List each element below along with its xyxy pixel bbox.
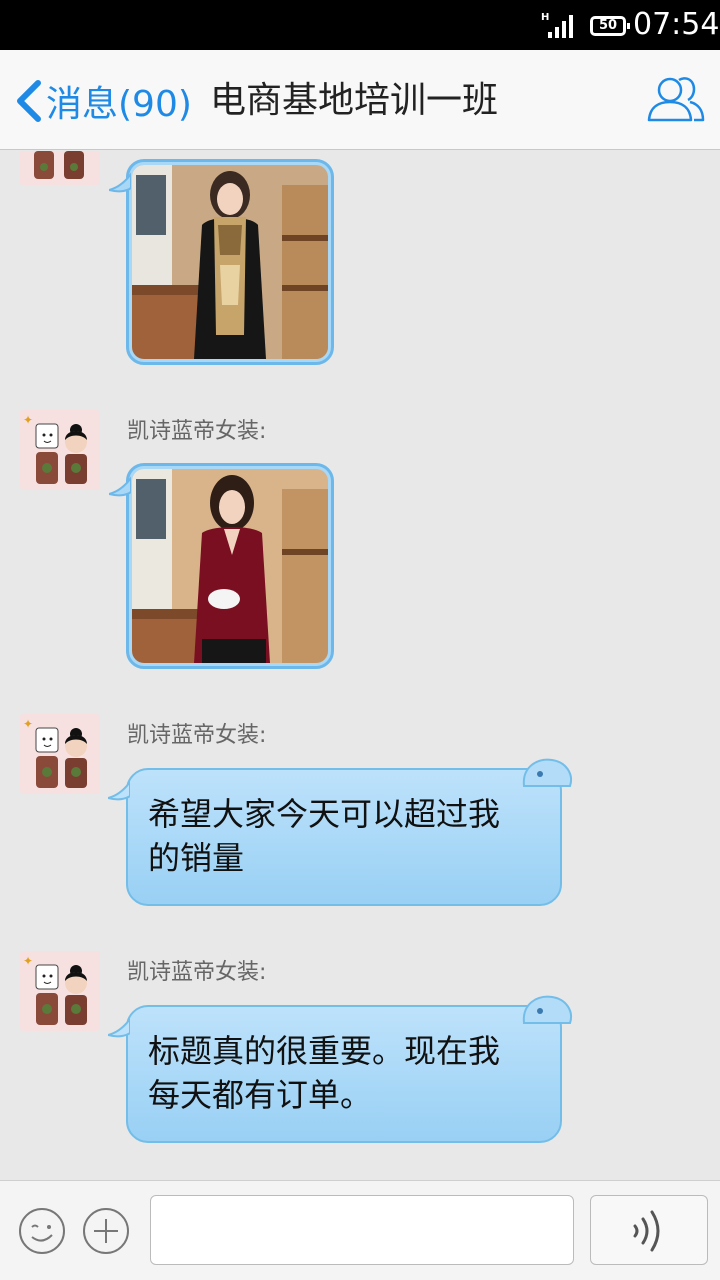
sender-name: 凯诗蓝帝女装: [127, 419, 267, 444]
avatar[interactable]: ✦ [20, 714, 100, 794]
photo-woman-scarf [132, 165, 328, 359]
page-title: 电商基地培训一班 [210, 80, 499, 121]
svg-text:H: H [541, 12, 549, 23]
avatar[interactable]: ✦ [20, 951, 100, 1031]
status-bar: H 50 07:54 [0, 0, 720, 50]
message-input[interactable] [150, 1195, 574, 1265]
avatar[interactable] [20, 151, 100, 185]
voice-button[interactable] [590, 1195, 708, 1265]
image-message[interactable] [109, 463, 334, 669]
svg-text:✦: ✦ [23, 954, 33, 968]
back-label: 消息(90) [46, 84, 192, 125]
sender-name: 凯诗蓝帝女装: [127, 723, 267, 748]
message-text-line: 每天都有订单。 [148, 1076, 373, 1114]
back-button[interactable]: 消息(90) [14, 76, 192, 126]
text-message[interactable]: 标题真的很重要。现在我 每天都有订单。 [108, 995, 572, 1143]
bubble-decoration-icon [522, 995, 572, 1024]
message-text-line: 标题真的很重要。现在我 [148, 1032, 501, 1070]
bubble-tail [109, 172, 131, 193]
emoji-icon[interactable] [18, 1207, 66, 1255]
group-members-icon[interactable] [646, 74, 706, 126]
message-list[interactable]: ✦ 凯诗蓝帝女装: ✦ 凯诗蓝帝女装: 希望大家今天可以超过我 的销量 ✦ 凯诗… [0, 151, 720, 1180]
image-message[interactable] [109, 159, 334, 365]
avatar-cartoon-icon [20, 151, 100, 185]
chat-header: 消息(90) 电商基地培训一班 [0, 50, 720, 150]
text-message[interactable]: 希望大家今天可以超过我 的销量 [108, 758, 572, 906]
clock: 07:54 [633, 7, 720, 42]
photo-woman-burgundy-top [132, 469, 328, 663]
message-text-line: 的销量 [148, 839, 245, 877]
avatar[interactable]: ✦ [20, 410, 100, 490]
svg-text:✦: ✦ [23, 413, 33, 427]
sender-name: 凯诗蓝帝女装: [127, 960, 267, 985]
input-bar [0, 1180, 720, 1280]
voice-wave-icon [633, 1210, 660, 1252]
bubble-tail [109, 476, 131, 497]
bubble-tail [108, 1017, 130, 1038]
chevron-left-icon [17, 80, 41, 122]
message-text-line: 希望大家今天可以超过我 [148, 795, 501, 833]
avatar-cartoon-icon: ✦ [20, 951, 100, 1031]
bubble-tail [108, 780, 130, 801]
battery-icon: 50 [590, 16, 630, 36]
bubble-decoration-icon [522, 758, 572, 787]
avatar-cartoon-icon: ✦ [20, 410, 100, 490]
avatar-cartoon-icon: ✦ [20, 714, 100, 794]
svg-text:✦: ✦ [23, 717, 33, 731]
plus-icon[interactable] [82, 1207, 130, 1255]
signal-icon: H [541, 12, 573, 38]
